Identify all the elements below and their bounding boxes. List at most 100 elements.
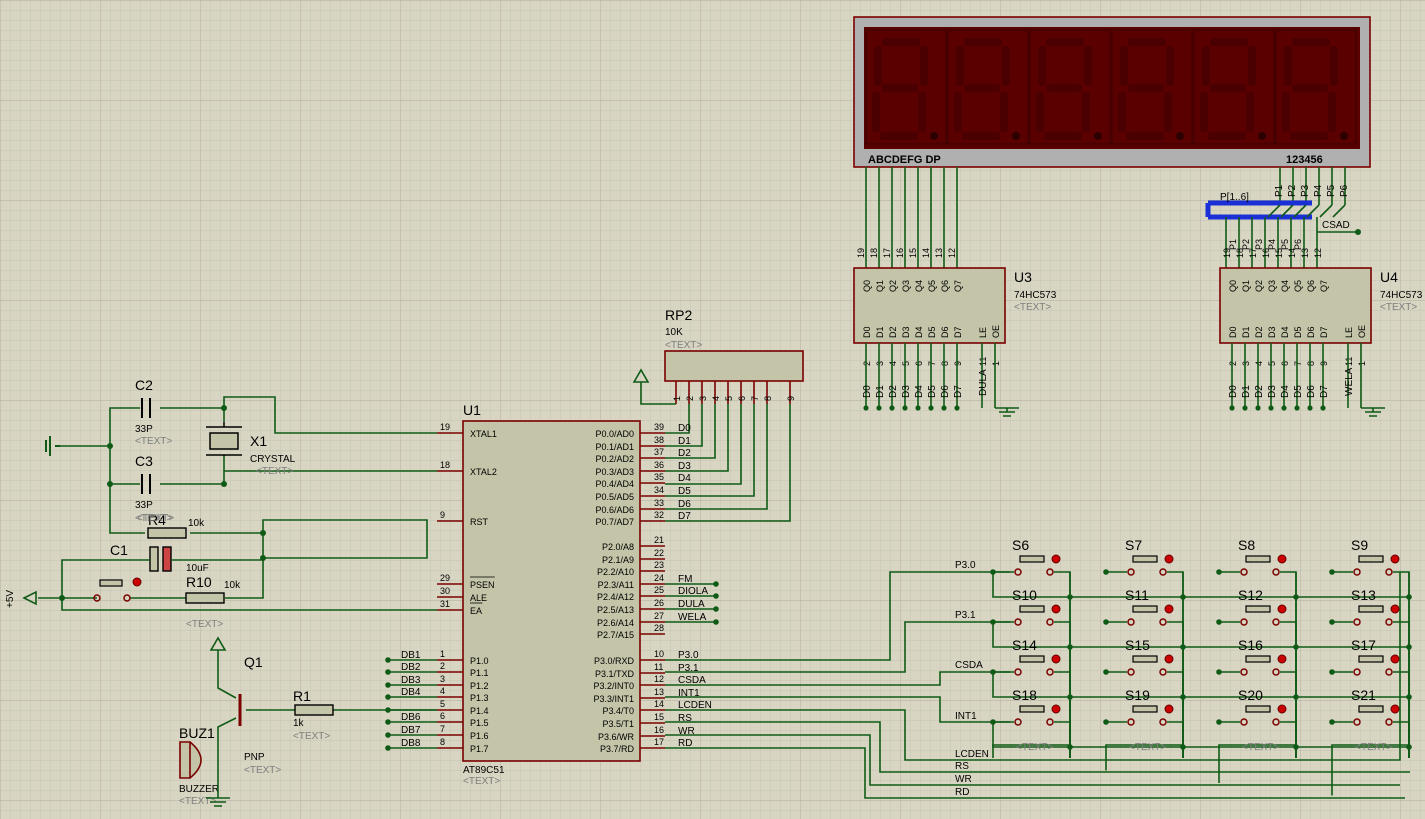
u3-pinnum-q6: 13 (934, 248, 944, 258)
u3-pinnum-q0: 19 (856, 248, 866, 258)
u1-pin-p3-6-wr: P3.6/WR (598, 732, 635, 742)
u4-pin-q4: Q4 (1280, 280, 1290, 292)
u3-pinnum-d6: 8 (940, 361, 950, 366)
u1-pin-p1-3: P1.3 (470, 693, 489, 703)
rp2-pin-9: 9 (786, 396, 796, 401)
u1-pinnum-17: 17 (654, 737, 664, 747)
segment-d (1044, 132, 1082, 140)
u1-pinnum-29: 29 (440, 573, 450, 583)
u4-pin-d2: D2 (1254, 326, 1264, 338)
segment-b (1002, 46, 1010, 86)
u3-pin-q4: Q4 (914, 280, 924, 292)
u1-p1-net-7: DB8 (401, 738, 421, 749)
u1-pin-xtal2: XTAL2 (470, 467, 497, 477)
u1-pinnum-32: 32 (654, 510, 664, 520)
u4-net-d4: D4 (1280, 385, 1291, 398)
u3-net-d1: D1 (875, 385, 886, 398)
key-label-s13: S13 (1351, 587, 1376, 603)
u4-pin-q5: Q5 (1293, 280, 1303, 292)
c2-text: <TEXT> (135, 436, 172, 447)
u4-pinnum-d4: 6 (1280, 361, 1290, 366)
u1-pin-p1-1: P1.1 (470, 668, 489, 678)
u1-net-d2: D2 (678, 448, 691, 459)
q1-text: <TEXT> (244, 765, 281, 776)
u1-pinnum-12: 12 (654, 674, 664, 684)
r4-symbol (147, 527, 187, 539)
u4-net-le: WELA (1344, 367, 1355, 396)
segment-dp (1012, 132, 1020, 140)
c3-ref: C3 (135, 453, 153, 469)
rp2-pin-4: 4 (711, 396, 721, 401)
keypad-col-net-0: LCDEN (955, 749, 989, 760)
u3-pin-d7: D7 (953, 326, 963, 338)
u4-pin-oe: OE (1357, 325, 1367, 338)
bus-net-p6: P6 (1339, 184, 1350, 197)
u1-pin-ale: ALE (470, 593, 487, 603)
u1-pinnum-2: 2 (440, 661, 445, 671)
u1-ref: U1 (463, 402, 481, 418)
u1-pin-p1-7: P1.7 (470, 744, 489, 754)
segment-d (1290, 132, 1328, 140)
segment-d (1208, 132, 1246, 140)
u3-pin-q3: Q3 (901, 280, 911, 292)
u4-net-d2: D2 (1254, 385, 1265, 398)
segment-f (956, 46, 964, 86)
u1-pinnum-23: 23 (654, 560, 664, 570)
u3-pin-d6: D6 (940, 326, 950, 338)
rp2-value: 10K (665, 327, 683, 338)
u4-pinnum-d3: 5 (1267, 361, 1277, 366)
u3-pinnum-q7: 12 (947, 248, 957, 258)
u4-pinnum-d6: 8 (1306, 361, 1316, 366)
u1-pin-p2-6-a14: P2.6/A14 (597, 618, 634, 628)
u1-p1-net-3: DB4 (401, 687, 421, 698)
u1-pin-p3-3-int1: P3.3/INT1 (593, 694, 634, 704)
segment-f (1120, 46, 1128, 86)
segment-e (1036, 92, 1044, 132)
c1-ref: C1 (110, 542, 128, 558)
u1-pin-p3-2-int0: P3.2/INT0 (593, 681, 634, 691)
segment-g (882, 84, 918, 92)
buz1-ref: BUZ1 (179, 725, 215, 741)
u1-pinnum-25: 25 (654, 585, 664, 595)
x1-text: <TEXT> (256, 466, 293, 477)
vcc-label: +5V (5, 590, 16, 608)
u1-pinnum-22: 22 (654, 548, 664, 558)
u3-pinnum-oe: 1 (991, 361, 1001, 366)
u1-p1-net-2: DB3 (401, 675, 421, 686)
u3-net-d4: D4 (914, 385, 925, 398)
key-label-s15: S15 (1125, 637, 1150, 653)
u3-net-d7: D7 (953, 385, 964, 398)
seven-segment-display[interactable]: ABCDEFG DP 123456 (853, 16, 1371, 168)
u1-net-d0: D0 (678, 423, 691, 434)
segment-dp (1258, 132, 1266, 140)
u1-pinnum-30: 30 (440, 586, 450, 596)
u1-net-d5: D5 (678, 486, 691, 497)
u1-p1-net-5: DB6 (401, 712, 421, 723)
u1-pin-p0-4-ad4: P0.4/AD4 (595, 479, 634, 489)
segment-e (954, 92, 962, 132)
u3-pin-q7: Q7 (953, 280, 963, 292)
r10-symbol (185, 592, 225, 604)
bus-net-p3: P3 (1300, 184, 1311, 197)
segment-e (1200, 92, 1208, 132)
csad-label: CSAD (1322, 220, 1350, 231)
u1-pinnum-7: 7 (440, 724, 445, 734)
u1-pinnum-24: 24 (654, 573, 664, 583)
u4-pinnum-le: 11 (1344, 357, 1354, 366)
u1-text: <TEXT> (463, 776, 500, 787)
key-label-s7: S7 (1125, 537, 1142, 553)
u1-pinnum-10: 10 (654, 649, 664, 659)
schematic-sheet: ABCDEFG DP 123456 P[1..6] CSAD P1 P2 P3 P4 P… (0, 0, 1425, 819)
u1-pinnum-16: 16 (654, 725, 664, 735)
u4-pin-q0: Q0 (1228, 280, 1238, 292)
u4-pin-q1: Q1 (1241, 280, 1251, 292)
u3-pinnum-le: 11 (978, 357, 988, 366)
u1-pinnum-15: 15 (654, 712, 664, 722)
bus-net-p5: P5 (1326, 184, 1337, 197)
digit-2 (947, 29, 1029, 145)
u3-pinnum-d5: 7 (927, 361, 937, 366)
segment-d (1126, 132, 1164, 140)
u1-p1-net-0: DB1 (401, 650, 421, 661)
keypad-col-net-3: RD (955, 787, 969, 798)
keypad-text-3: <TEXT> (1355, 742, 1392, 753)
